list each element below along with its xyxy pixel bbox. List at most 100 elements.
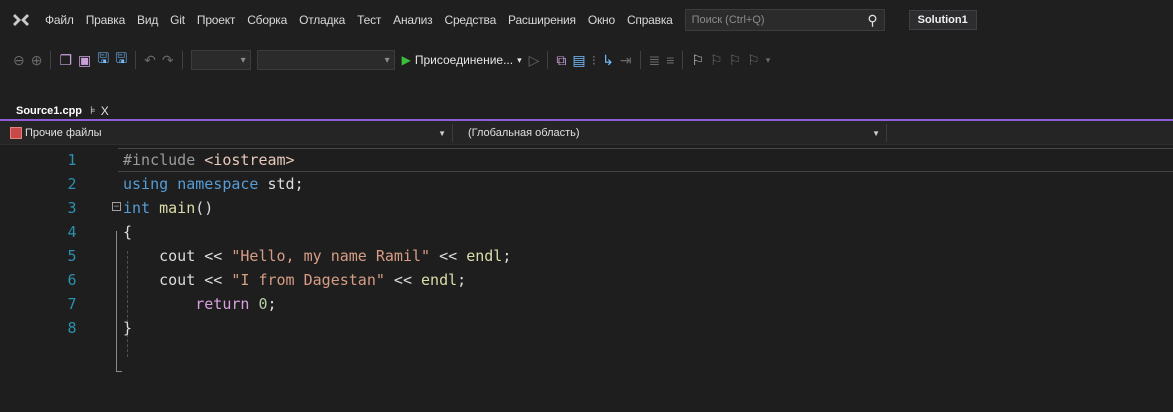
menu-item[interactable]: Справка bbox=[621, 0, 679, 40]
code-line[interactable]: 8} bbox=[0, 316, 1173, 340]
code-token: ; bbox=[267, 295, 277, 313]
code-token: { bbox=[123, 223, 133, 241]
code-line[interactable]: 3 − int main() bbox=[0, 196, 1173, 220]
code-line[interactable]: 2 using namespace std; bbox=[0, 172, 1173, 196]
code-token: 0 bbox=[258, 295, 268, 313]
code-line[interactable]: 4{ bbox=[0, 220, 1173, 244]
run-without-debug-icon[interactable]: ▷ bbox=[529, 52, 540, 69]
misc-files-icon bbox=[10, 127, 22, 139]
code-line[interactable]: 7 return 0; bbox=[0, 292, 1173, 316]
toolbar-separator bbox=[547, 51, 549, 69]
code-line[interactable]: 6 cout << "I from Dagestan" << endl; bbox=[0, 268, 1173, 292]
toolbar-separator bbox=[181, 51, 183, 69]
toolbar-options-icon[interactable]: ▾ bbox=[766, 55, 771, 66]
toolbar-separator bbox=[639, 51, 641, 69]
menu-item[interactable]: Git bbox=[164, 0, 191, 40]
tab-label: Source1.cpp bbox=[16, 104, 83, 117]
forward-icon[interactable]: ⊕ bbox=[31, 52, 43, 69]
solution-name-badge[interactable]: Solution1 bbox=[908, 10, 977, 30]
line-number: 5 bbox=[67, 247, 77, 265]
breakpoint-icon[interactable]: ⁝ bbox=[592, 52, 596, 69]
uncomment-icon[interactable]: ≡ bbox=[666, 52, 674, 68]
menu-item[interactable]: Тест bbox=[351, 0, 387, 40]
code-token: <iostream> bbox=[204, 151, 295, 169]
close-icon[interactable]: X bbox=[101, 104, 109, 118]
menu-item[interactable]: Правка bbox=[80, 0, 131, 40]
clear-bookmarks-icon[interactable]: ⚐ bbox=[747, 52, 760, 69]
window-layout-icon[interactable]: ▤ bbox=[572, 52, 585, 69]
menu-item[interactable]: Проект bbox=[191, 0, 241, 40]
menu-item[interactable]: Файл bbox=[39, 0, 80, 40]
project-dropdown[interactable]: Прочие файлы ▼ bbox=[10, 124, 453, 142]
visual-studio-logo-icon[interactable] bbox=[11, 10, 31, 30]
configuration-combo[interactable]: ▾ bbox=[190, 50, 251, 70]
line-number: 8 bbox=[67, 319, 77, 337]
tab-source1-cpp[interactable]: Source1.cpp ⊧ X bbox=[10, 101, 115, 120]
new-project-icon[interactable]: ❐ bbox=[59, 52, 72, 69]
line-number: 3 bbox=[67, 199, 77, 217]
navigation-bar: Прочие файлы ▼ (Глобальная область) ▼ bbox=[0, 121, 1173, 145]
code-token: "I from Dagestan" bbox=[231, 271, 385, 289]
project-dropdown-label: Прочие файлы bbox=[25, 127, 102, 139]
member-dropdown[interactable] bbox=[889, 124, 1173, 142]
chevron-down-icon: ▼ bbox=[438, 128, 446, 138]
save-icon[interactable]: 🖫 bbox=[97, 48, 109, 72]
line-number: 7 bbox=[67, 295, 77, 313]
toolbar-separator bbox=[135, 51, 137, 69]
menu-item[interactable]: Отладка bbox=[293, 0, 351, 40]
menu-item[interactable]: Окно bbox=[582, 0, 621, 40]
code-token: "Hello, my name Ramil" bbox=[231, 247, 431, 265]
open-file-icon[interactable]: ▣ bbox=[78, 52, 91, 69]
chevron-down-icon: ▼ bbox=[872, 128, 880, 138]
undo-icon[interactable]: ↶ bbox=[144, 52, 156, 69]
scope-dropdown[interactable]: (Глобальная область) ▼ bbox=[455, 124, 887, 142]
line-number: 6 bbox=[67, 271, 77, 289]
redo-icon[interactable]: ↷ bbox=[162, 52, 174, 69]
search-input[interactable]: Поиск (Ctrl+Q) ⚲ bbox=[684, 9, 885, 31]
platform-combo[interactable]: ▾ bbox=[256, 50, 395, 70]
attach-button[interactable]: ▶ Присоединение... ▾ bbox=[402, 53, 522, 67]
code-token: endl bbox=[466, 247, 503, 265]
step-icon[interactable]: ↳ bbox=[602, 52, 614, 69]
code-token: cout << bbox=[123, 271, 232, 289]
code-token: ; bbox=[457, 271, 467, 289]
fold-range-end bbox=[116, 371, 122, 372]
code-editor[interactable]: 1 #include <iostream> 2 using namespace std… bbox=[0, 145, 1173, 412]
code-token: namespace bbox=[177, 175, 268, 193]
code-token: std; bbox=[267, 175, 304, 193]
code-line[interactable]: 5 cout << "Hello, my name Ramil" << endl… bbox=[0, 244, 1173, 268]
code-text: return 0; bbox=[123, 292, 277, 316]
code-token: endl bbox=[421, 271, 458, 289]
search-placeholder: Поиск (Ctrl+Q) bbox=[691, 14, 765, 26]
line-number: 4 bbox=[67, 223, 77, 241]
chevron-down-icon: ▾ bbox=[517, 54, 522, 65]
scope-dropdown-label: (Глобальная область) bbox=[468, 127, 580, 139]
code-token: int bbox=[123, 199, 160, 217]
document-tabstrip: Source1.cpp ⊧ X bbox=[0, 80, 1173, 120]
code-text: #include <iostream> bbox=[123, 148, 295, 172]
prev-bookmark-icon[interactable]: ⚐ bbox=[710, 52, 723, 69]
code-token: return bbox=[195, 295, 259, 313]
collapse-icon[interactable]: − bbox=[112, 202, 121, 212]
save-all-icon[interactable]: 🖫 bbox=[115, 48, 127, 72]
code-token: using bbox=[123, 175, 178, 193]
code-line[interactable]: 1 #include <iostream> bbox=[0, 148, 1173, 172]
menu-item[interactable]: Анализ bbox=[387, 0, 438, 40]
search-icon[interactable]: ⚲ bbox=[867, 12, 877, 29]
bookmark-icon[interactable]: ⚐ bbox=[691, 52, 704, 69]
menu-item[interactable]: Средства bbox=[438, 0, 502, 40]
pin-icon[interactable]: ⊧ bbox=[90, 104, 96, 117]
code-token: } bbox=[123, 319, 133, 337]
menu-item[interactable]: Расширения bbox=[502, 0, 582, 40]
step-over-icon[interactable]: ⇥ bbox=[620, 52, 632, 69]
play-icon: ▶ bbox=[401, 53, 411, 67]
menu-item[interactable]: Сборка bbox=[241, 0, 293, 40]
back-icon[interactable]: ⊖ bbox=[13, 52, 25, 69]
comment-icon[interactable]: ≣ bbox=[649, 52, 661, 69]
toolbar-separator bbox=[682, 51, 684, 69]
code-token: ; bbox=[502, 247, 512, 265]
next-bookmark-icon[interactable]: ⚐ bbox=[729, 52, 742, 69]
diagnostic-icon[interactable]: ⧉ bbox=[556, 52, 566, 69]
menu-item[interactable]: Вид bbox=[131, 0, 164, 40]
